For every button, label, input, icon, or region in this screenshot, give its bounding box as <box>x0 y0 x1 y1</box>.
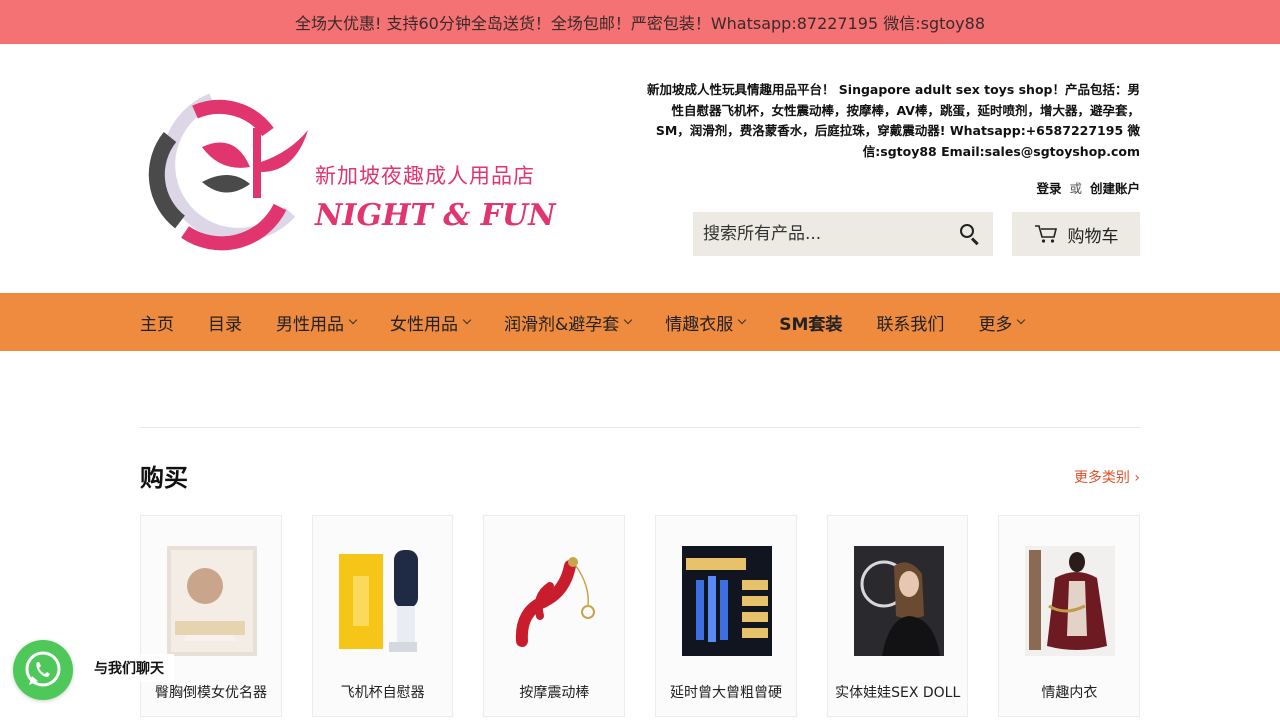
product-image-box <box>167 546 257 656</box>
nav-label: 女性用品 <box>390 314 458 335</box>
announcement-bar: 全场大优惠! 支持60分钟全岛送货！全场包邮！严密包装！Whatsapp:872… <box>0 0 1280 44</box>
nav-item-more[interactable]: 更多 <box>978 310 1026 335</box>
nav-item-sm[interactable]: SM套装 <box>779 310 842 335</box>
login-link[interactable]: 登录 <box>1036 181 1061 196</box>
nav-item-catalog[interactable]: 目录 <box>208 310 242 335</box>
product-image-spray <box>682 546 773 656</box>
category-card[interactable]: 飞机杯自慰器 <box>311 515 454 717</box>
category-card[interactable]: 按摩震动棒 <box>483 515 626 717</box>
nav-label: 主页 <box>140 314 174 335</box>
chevron-down-icon <box>1017 315 1026 325</box>
nav-label: 更多 <box>978 314 1013 335</box>
register-link[interactable]: 创建账户 <box>1090 181 1140 196</box>
section-title: 购买 <box>140 463 188 492</box>
search-icon[interactable] <box>959 223 981 246</box>
category-label: 按摩震动棒 <box>519 685 590 701</box>
nav-label: 男性用品 <box>276 314 344 335</box>
whatsapp-icon <box>25 651 61 687</box>
chevron-down-icon <box>462 315 472 325</box>
search-input[interactable] <box>703 224 959 244</box>
or-text: 或 <box>1069 181 1082 196</box>
site-header: 新加坡夜趣成人用品店 NIGHT & FUN 新加坡成人性玩具情趣用品平台！ S… <box>0 44 1280 293</box>
product-image-vibrator <box>516 557 596 647</box>
announcement-text: 全场大优惠! 支持60分钟全岛送货！全场包邮！严密包装！Whatsapp:872… <box>294 14 986 33</box>
section-divider <box>140 427 1140 428</box>
nav-label: 目录 <box>208 314 242 335</box>
cart-button[interactable]: 购物车 <box>1012 212 1140 256</box>
nav-label: 情趣衣服 <box>665 314 734 335</box>
chevron-down-icon <box>624 315 633 325</box>
category-label: 情趣内衣 <box>1041 685 1098 701</box>
search-bar <box>693 212 993 256</box>
chat-with-us-label[interactable]: 与我们聊天 <box>84 654 174 682</box>
cart-icon <box>1034 225 1057 243</box>
nav-label: 联系我们 <box>876 314 945 335</box>
main-nav: 主页 目录 男性用品 女性用品 润滑剂&避孕套 情趣衣服 SM套装 联系我们 更… <box>0 293 1280 351</box>
nav-item-men[interactable]: 男性用品 <box>276 310 358 335</box>
product-image-lingerie <box>1025 546 1116 656</box>
logo-english-name: NIGHT & FUN <box>315 198 556 233</box>
product-image-doll <box>853 546 944 656</box>
chevron-down-icon <box>738 315 747 325</box>
nav-label: SM套装 <box>779 314 843 335</box>
more-categories-link[interactable]: 更多类别 › <box>1074 467 1140 487</box>
chevron-down-icon <box>348 315 358 325</box>
category-grid: 臀胸倒模女优名器 飞机杯自慰器 按摩震动棒 延时曾大曾粗曾硬 实体娃娃SEX D… <box>140 515 1141 717</box>
account-links: 登录或创建账户 <box>1036 178 1140 197</box>
nav-item-home[interactable]: 主页 <box>140 310 174 335</box>
category-card[interactable]: 臀胸倒模女优名器 <box>140 515 282 717</box>
store-logo[interactable]: 新加坡夜趣成人用品店 NIGHT & FUN <box>140 92 556 252</box>
category-label: 延时曾大曾粗曾硬 <box>670 685 783 701</box>
logo-mark-icon <box>148 93 308 251</box>
nav-item-contact[interactable]: 联系我们 <box>876 310 944 335</box>
category-card[interactable]: 实体娃娃SEX DOLL <box>826 515 969 717</box>
logo-chinese-name: 新加坡夜趣成人用品店 <box>315 164 535 188</box>
category-label: 臀胸倒模女优名器 <box>155 685 267 701</box>
nav-item-lube[interactable]: 润滑剂&避孕套 <box>504 310 633 335</box>
nav-item-women[interactable]: 女性用品 <box>390 310 472 335</box>
whatsapp-chat-button[interactable] <box>13 640 73 700</box>
nav-label: 润滑剂&避孕套 <box>504 314 620 335</box>
category-card[interactable]: 延时曾大曾粗曾硬 <box>655 515 797 717</box>
category-label: 飞机杯自慰器 <box>340 685 425 701</box>
cart-label: 购物车 <box>1067 226 1119 247</box>
store-tagline: 新加坡成人性玩具情趣用品平台！ Singapore adult sex toys… <box>646 82 1140 159</box>
product-image-cup <box>338 550 418 652</box>
nav-item-lingerie[interactable]: 情趣衣服 <box>665 310 747 335</box>
category-card[interactable]: 情趣内衣 <box>998 515 1141 717</box>
category-label: 实体娃娃SEX DOLL <box>835 685 961 701</box>
